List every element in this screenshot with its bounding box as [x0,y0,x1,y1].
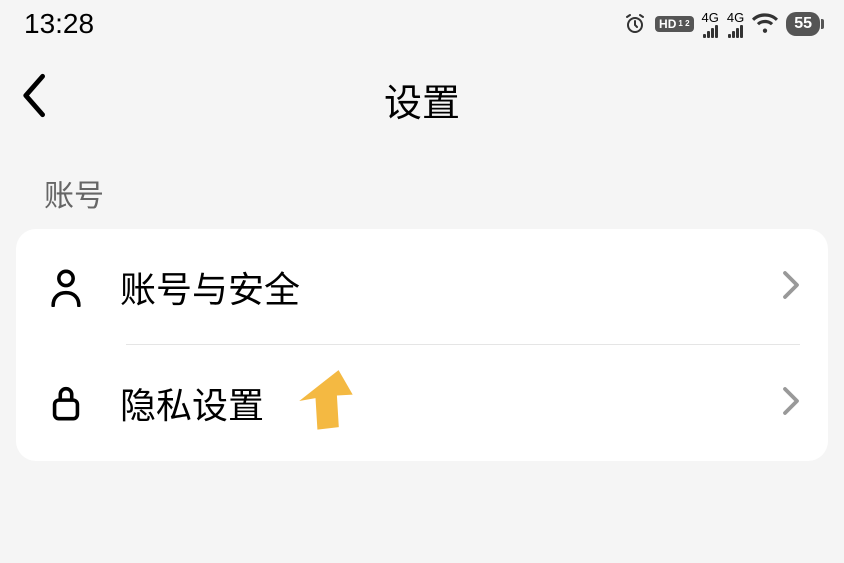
status-bar: 13:28 HD 1 2 4G 4G [0,0,844,44]
hd-label: HD [659,17,676,31]
lock-icon [44,383,88,423]
network-label-1: 4G [702,11,719,24]
sim-indicator: 1 2 [678,20,689,28]
list-label: 隐私设置 [120,377,782,429]
page-title: 设置 [384,72,460,127]
battery-indicator: 55 [786,12,820,36]
list-item-account-security[interactable]: 账号与安全 [16,229,828,345]
back-button[interactable] [18,71,48,124]
section-label: 账号 [0,151,844,229]
status-icons: HD 1 2 4G 4G 55 [623,9,820,40]
signal-1: 4G [702,11,719,38]
hd-badge: HD 1 2 [655,16,693,32]
chevron-left-icon [18,71,48,119]
chevron-right-icon [782,386,800,421]
alarm-icon [623,12,647,36]
chevron-right-icon [782,270,800,305]
wifi-icon [752,9,778,40]
user-icon [44,267,88,307]
list-label: 账号与安全 [120,261,782,313]
settings-card: 账号与安全 隐私设置 [16,229,828,461]
battery-level: 55 [794,15,812,33]
status-time: 13:28 [24,8,94,40]
network-label-2: 4G [727,11,744,24]
signal-2: 4G [727,11,744,38]
header: 设置 [0,44,844,151]
list-item-privacy[interactable]: 隐私设置 [16,345,828,461]
